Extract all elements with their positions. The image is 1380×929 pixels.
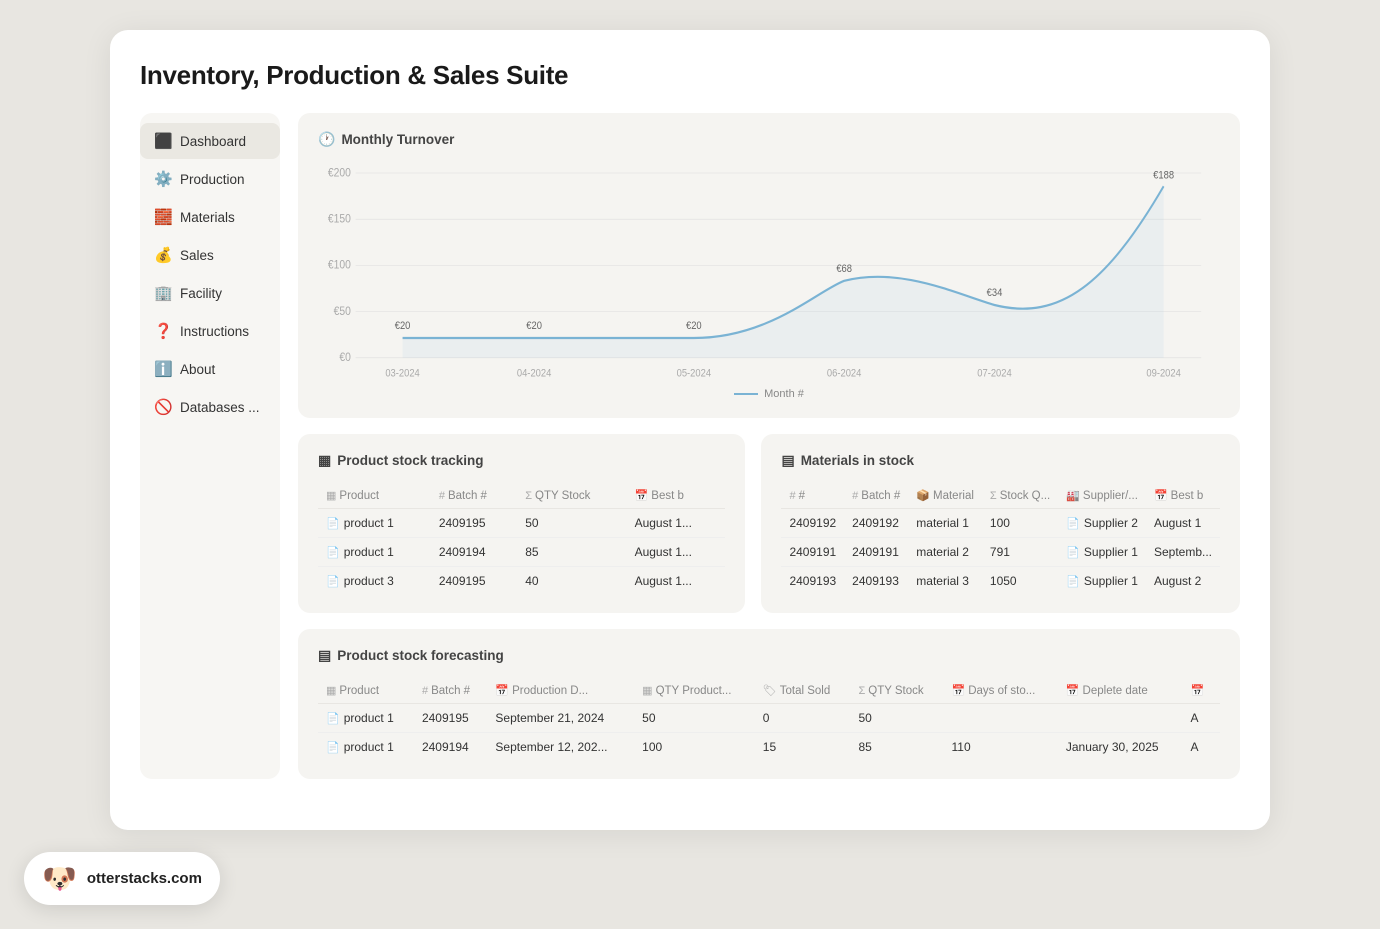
sidebar-item-materials[interactable]: 🧱 Materials xyxy=(140,199,280,235)
forecasting-table: ▦Product #Batch # 📅Production D... ▦QTY … xyxy=(318,678,1220,761)
sidebar-label-about: About xyxy=(180,362,215,377)
mat-col-supplier: 🏭Supplier/... xyxy=(1058,483,1146,509)
sidebar-label-production: Production xyxy=(180,172,245,187)
mat-col-num: ## xyxy=(781,483,844,509)
chart-legend: Month # xyxy=(318,388,1220,400)
col-product: ▦Product xyxy=(318,483,431,509)
forecasting-icon: ▤ xyxy=(318,647,331,664)
sidebar-label-sales: Sales xyxy=(180,248,214,263)
chart-title: 🕐 Monthly Turnover xyxy=(318,131,1220,148)
materials-icon: 🧱 xyxy=(154,208,172,226)
app-container: Inventory, Production & Sales Suite ⬛ Das… xyxy=(110,30,1270,830)
chart-svg: €200 €150 €100 €50 €0 €20 €20 €20 €6 xyxy=(318,162,1220,382)
col-batch: #Batch # xyxy=(431,483,517,509)
svg-text:07-2024: 07-2024 xyxy=(977,368,1012,380)
production-icon: ⚙️ xyxy=(154,170,172,188)
sidebar-label-facility: Facility xyxy=(180,286,222,301)
fc-col-batch: #Batch # xyxy=(414,678,487,704)
forecasting-title: ▤ Product stock forecasting xyxy=(318,647,1220,664)
sidebar-item-dashboard[interactable]: ⬛ Dashboard xyxy=(140,123,280,159)
mat-col-stock: ΣStock Q... xyxy=(982,483,1058,509)
svg-text:€150: €150 xyxy=(328,213,351,226)
facility-icon: 🏢 xyxy=(154,284,172,302)
about-icon: ℹ️ xyxy=(154,360,172,378)
chart-container: €200 €150 €100 €50 €0 €20 €20 €20 €6 xyxy=(318,162,1220,382)
dashboard-icon: ⬛ xyxy=(154,132,172,150)
svg-text:€34: €34 xyxy=(987,288,1003,300)
legend-line-indicator xyxy=(734,393,758,395)
materials-stock-card: ▤ Materials in stock ## #Batch # 📦Materi… xyxy=(761,434,1240,613)
materials-stock-title: ▤ Materials in stock xyxy=(781,452,1220,469)
mat-col-batch: #Batch # xyxy=(844,483,908,509)
two-col-section: ▦ Product stock tracking ▦Product #Batch… xyxy=(298,434,1240,613)
svg-text:06-2024: 06-2024 xyxy=(827,368,862,380)
svg-text:€20: €20 xyxy=(686,321,702,333)
svg-text:€200: €200 xyxy=(328,167,351,180)
fc-col-days: 📅Days of sto... xyxy=(943,678,1057,704)
svg-text:€0: €0 xyxy=(339,351,350,364)
fc-col-qty-prod: ▦QTY Product... xyxy=(634,678,755,704)
svg-text:€68: €68 xyxy=(836,263,852,275)
databases-icon: 🚫 xyxy=(154,398,172,416)
sidebar-item-facility[interactable]: 🏢 Facility xyxy=(140,275,280,311)
table-row: 📄product 1 2409194 September 12, 202... … xyxy=(318,733,1220,762)
table-row: 2409192 2409192 material 1 100 📄Supplier… xyxy=(781,509,1220,538)
svg-text:05-2024: 05-2024 xyxy=(677,368,712,380)
forecasting-card: ▤ Product stock forecasting ▦Product #Ba… xyxy=(298,629,1240,779)
col-qty: ΣQTY Stock xyxy=(517,483,626,509)
legend-label: Month # xyxy=(764,388,804,400)
svg-text:€188: €188 xyxy=(1153,170,1174,182)
sidebar: ⬛ Dashboard ⚙️ Production 🧱 Materials 💰 Sales 🏢 F… xyxy=(140,113,280,779)
sidebar-label-dashboard: Dashboard xyxy=(180,134,246,149)
svg-text:03-2024: 03-2024 xyxy=(385,368,420,380)
mat-col-best: 📅Best b xyxy=(1146,483,1220,509)
mat-col-material: 📦Material xyxy=(908,483,982,509)
svg-text:€20: €20 xyxy=(526,321,542,333)
page-title: Inventory, Production & Sales Suite xyxy=(140,60,1240,91)
sidebar-item-about[interactable]: ℹ️ About xyxy=(140,351,280,387)
sales-icon: 💰 xyxy=(154,246,172,264)
fc-col-deplete: 📅Deplete date xyxy=(1058,678,1183,704)
table-row: 📄product 3 2409195 40 August 1... xyxy=(318,567,725,596)
product-stock-icon: ▦ xyxy=(318,452,331,469)
table-row: 📄product 1 2409195 September 21, 2024 50… xyxy=(318,704,1220,733)
sidebar-item-sales[interactable]: 💰 Sales xyxy=(140,237,280,273)
fc-col-prod-date: 📅Production D... xyxy=(487,678,634,704)
sidebar-item-instructions[interactable]: ❓ Instructions xyxy=(140,313,280,349)
watermark: 🐶 otterstacks.com xyxy=(24,852,220,905)
sidebar-label-materials: Materials xyxy=(180,210,235,225)
sidebar-label-instructions: Instructions xyxy=(180,324,249,339)
fc-col-extra: 📅 xyxy=(1182,678,1220,704)
sidebar-item-production[interactable]: ⚙️ Production xyxy=(140,161,280,197)
table-row: 2409193 2409193 material 3 1050 📄Supplie… xyxy=(781,567,1220,596)
instructions-icon: ❓ xyxy=(154,322,172,340)
fc-col-product: ▦Product xyxy=(318,678,414,704)
col-best: 📅Best b xyxy=(627,483,726,509)
svg-text:04-2024: 04-2024 xyxy=(517,368,552,380)
product-stock-table: ▦Product #Batch # ΣQTY Stock 📅Best b 📄pr… xyxy=(318,483,725,595)
materials-stock-table: ## #Batch # 📦Material ΣStock Q... 🏭Suppl… xyxy=(781,483,1220,595)
sidebar-label-databases: Databases ... xyxy=(180,400,260,415)
product-stock-card: ▦ Product stock tracking ▦Product #Batch… xyxy=(298,434,745,613)
watermark-label: otterstacks.com xyxy=(87,870,202,887)
fc-col-total-sold: 🏷Total Sold xyxy=(755,678,851,704)
svg-text:€100: €100 xyxy=(328,259,351,272)
svg-text:09-2024: 09-2024 xyxy=(1146,368,1181,380)
chart-title-icon: 🕐 xyxy=(318,131,335,148)
content-area: 🕐 Monthly Turnover €200 €150 €1 xyxy=(298,113,1240,779)
svg-text:€50: €50 xyxy=(334,305,351,318)
svg-text:€20: €20 xyxy=(395,321,411,333)
main-layout: ⬛ Dashboard ⚙️ Production 🧱 Materials 💰 Sales 🏢 F… xyxy=(140,113,1240,779)
product-stock-title: ▦ Product stock tracking xyxy=(318,452,725,469)
table-row: 📄product 1 2409194 85 August 1... xyxy=(318,538,725,567)
fc-col-qty-stock: ΣQTY Stock xyxy=(850,678,943,704)
watermark-avatar: 🐶 xyxy=(42,862,77,895)
monthly-turnover-card: 🕐 Monthly Turnover €200 €150 €1 xyxy=(298,113,1240,418)
table-row: 2409191 2409191 material 2 791 📄Supplier… xyxy=(781,538,1220,567)
sidebar-item-databases[interactable]: 🚫 Databases ... xyxy=(140,389,280,425)
materials-stock-icon: ▤ xyxy=(781,452,794,469)
table-row: 📄product 1 2409195 50 August 1... xyxy=(318,509,725,538)
